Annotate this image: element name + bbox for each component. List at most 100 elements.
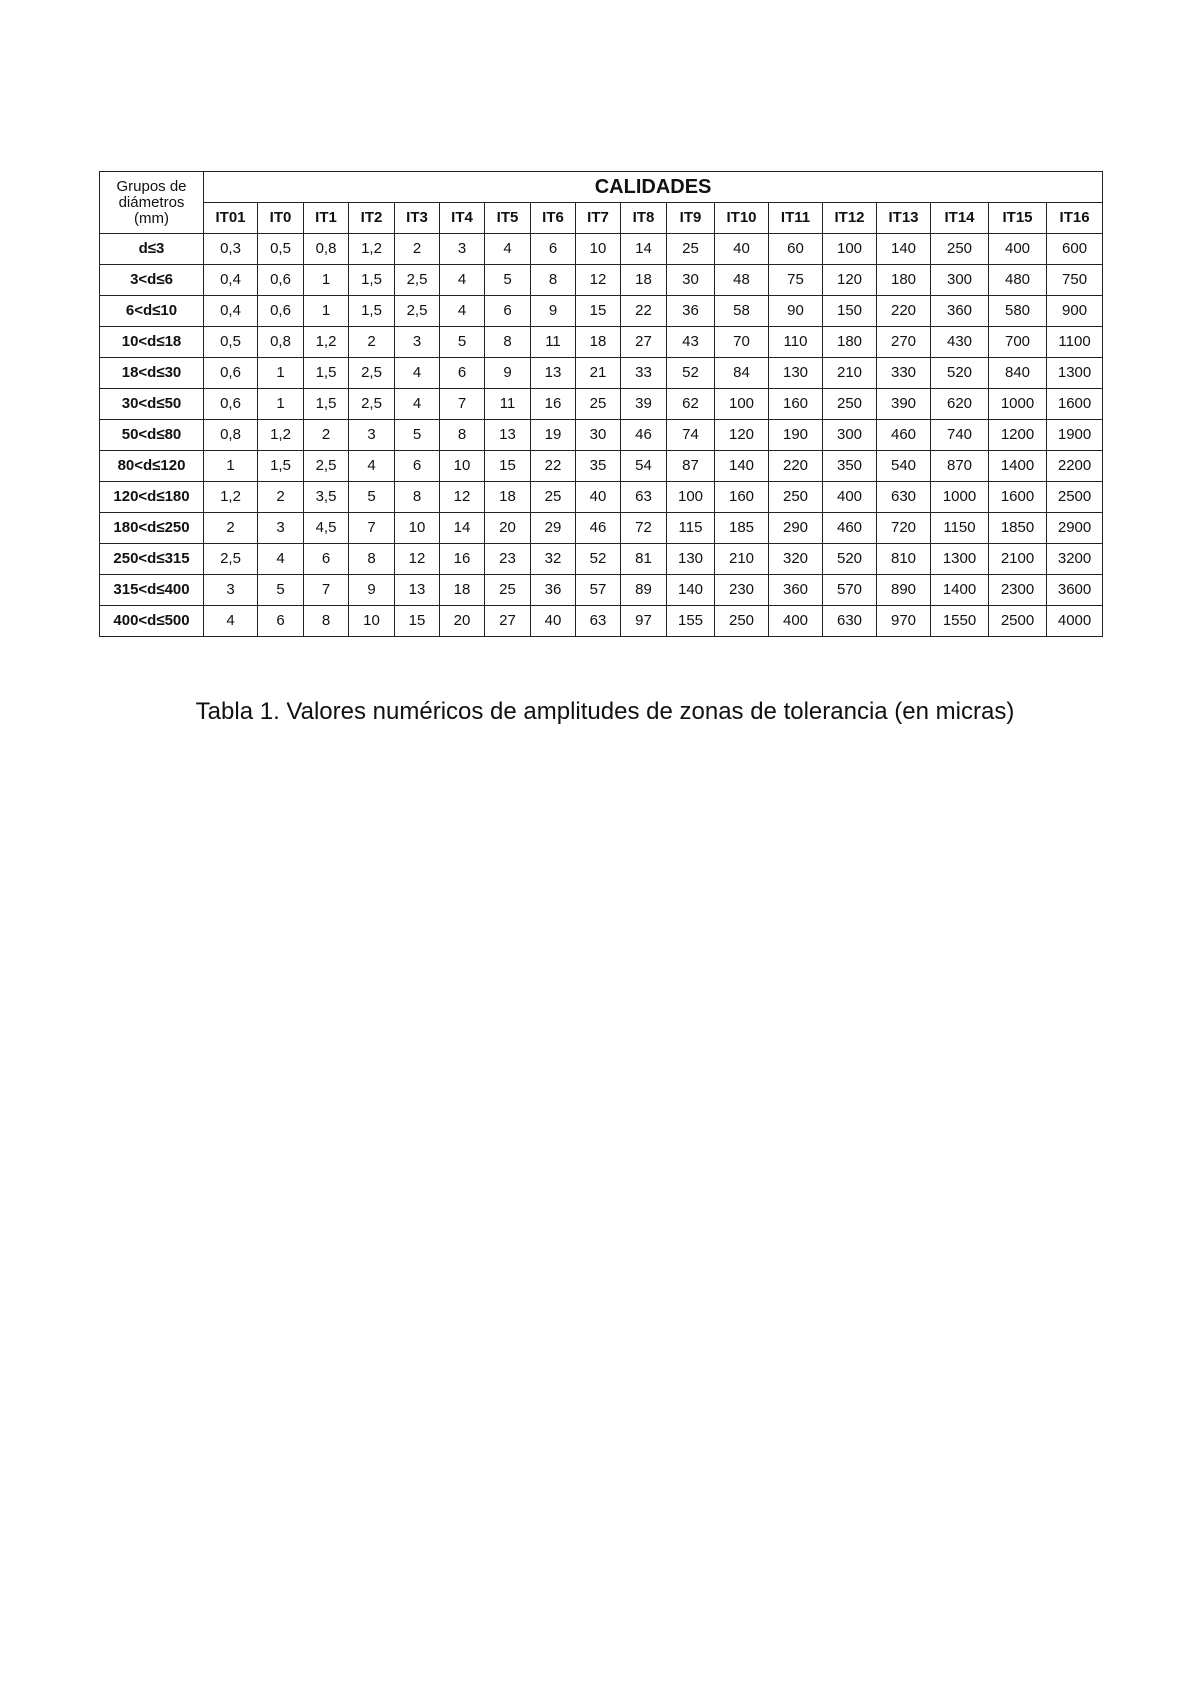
table-cell: 3 (257, 512, 304, 544)
table-row: 10<d≤18 0,5 0,8 1,2 2 3 5 8 11 18 27 43 70 110 180 270 4… (99, 326, 1104, 358)
column-header-it01: IT01 (203, 202, 258, 234)
table-cell: 62 (666, 388, 715, 420)
table-cell: 5 (348, 481, 395, 513)
row-header-diameter-range: 50<d≤80 (99, 419, 204, 451)
table-cell: 210 (714, 543, 769, 575)
table-cell: 120 (714, 419, 769, 451)
table-cell: 220 (876, 295, 931, 327)
table-cell: 2500 (1045, 481, 1104, 513)
table-cell: 97 (620, 605, 667, 637)
table-cell: 39 (620, 388, 667, 420)
table-cell: 2500 (988, 605, 1047, 637)
row-header-diameter-range: 80<d≤120 (99, 450, 204, 482)
table-cell: 63 (620, 481, 667, 513)
table-cell: 9 (348, 574, 395, 606)
row-header-diameter-range: 400<d≤500 (99, 605, 204, 637)
table-cell: 2,5 (203, 543, 258, 575)
table-cell: 1300 (1045, 357, 1104, 389)
table-cell: 36 (530, 574, 576, 606)
table-cell: 22 (530, 450, 576, 482)
table-cell: 27 (484, 605, 531, 637)
row-header-diameter-range: 250<d≤315 (99, 543, 204, 575)
table-cell: 4 (257, 543, 304, 575)
table-cell: 25 (575, 388, 621, 420)
table-cell: 23 (484, 543, 531, 575)
table-cell: 21 (575, 357, 621, 389)
table-cell: 5 (484, 264, 531, 296)
table-cell: 29 (530, 512, 576, 544)
table-cell: 48 (714, 264, 769, 296)
row-header-diameter-range: 315<d≤400 (99, 574, 204, 606)
table-cell: 700 (988, 326, 1047, 358)
table-cell: 630 (876, 481, 931, 513)
table-cell: 460 (822, 512, 877, 544)
table-cell: 3 (439, 233, 485, 265)
table-cell: 720 (876, 512, 931, 544)
table-cell: 11 (484, 388, 531, 420)
table-cell: 1900 (1045, 419, 1104, 451)
table-cell: 130 (768, 357, 823, 389)
table-cell: 8 (484, 326, 531, 358)
table-cell: 0,6 (257, 264, 304, 296)
table-cell: 60 (768, 233, 823, 265)
table-cell: 5 (257, 574, 304, 606)
table-row: 3<d≤6 0,4 0,6 1 1,5 2,5 4 5 8 12 18 30 48 75 120 180 300… (99, 264, 1104, 296)
table-cell: 1000 (930, 481, 989, 513)
table-row: 315<d≤400 3 5 7 9 13 18 25 36 57 89 140 230 360 570 890… (99, 574, 1104, 606)
table-cell: 2 (303, 419, 349, 451)
table-cell: 8 (394, 481, 440, 513)
group-header-line-2: diámetros (118, 193, 185, 211)
table-cell: 11 (530, 326, 576, 358)
table-cell: 160 (714, 481, 769, 513)
table-cell: 520 (930, 357, 989, 389)
table-cell: 81 (620, 543, 667, 575)
table-cell: 330 (876, 357, 931, 389)
column-header-it14: IT14 (930, 202, 989, 234)
table-cell: 250 (822, 388, 877, 420)
table-cell: 2300 (988, 574, 1047, 606)
table-cell: 2 (203, 512, 258, 544)
table-cell: 220 (768, 450, 823, 482)
table-cell: 15 (575, 295, 621, 327)
table-cell: 0,5 (203, 326, 258, 358)
table-cell: 230 (714, 574, 769, 606)
column-header-it13: IT13 (876, 202, 931, 234)
table-cell: 32 (530, 543, 576, 575)
table-cell: 0,4 (203, 295, 258, 327)
table-cell: 1 (203, 450, 258, 482)
table-cell: 3 (203, 574, 258, 606)
table-cell: 110 (768, 326, 823, 358)
table-row: 180<d≤250 2 3 4,5 7 10 14 20 29 46 72 115 185 290 460 7… (99, 512, 1104, 544)
table-cell: 27 (620, 326, 667, 358)
table-cell: 30 (575, 419, 621, 451)
table-cell: 2,5 (394, 295, 440, 327)
table-cell: 9 (484, 357, 531, 389)
table-cell: 6 (394, 450, 440, 482)
table-cell: 100 (666, 481, 715, 513)
table-cell: 900 (1045, 295, 1104, 327)
table-cell: 1600 (1045, 388, 1104, 420)
table-cell: 1 (257, 357, 304, 389)
table-cell: 36 (666, 295, 715, 327)
table-cell: 750 (1045, 264, 1104, 296)
table-cell: 0,6 (203, 357, 258, 389)
table-cell: 9 (530, 295, 576, 327)
column-header-it9: IT9 (666, 202, 715, 234)
table-cell: 4 (439, 295, 485, 327)
row-header-diameter-range: 120<d≤180 (99, 481, 204, 513)
table-cell: 18 (484, 481, 531, 513)
table-cell: 7 (439, 388, 485, 420)
table-cell: 6 (439, 357, 485, 389)
table-cell: 270 (876, 326, 931, 358)
table-cell: 1 (303, 264, 349, 296)
table-cell: 180 (822, 326, 877, 358)
column-header-it7: IT7 (575, 202, 621, 234)
table-cell: 600 (1045, 233, 1104, 265)
table-cell: 20 (439, 605, 485, 637)
table-cell: 8 (348, 543, 395, 575)
table-cell: 10 (575, 233, 621, 265)
table-cell: 20 (484, 512, 531, 544)
table-cell: 1400 (988, 450, 1047, 482)
table-cell: 43 (666, 326, 715, 358)
table-body: d≤3 0,3 0,5 0,8 1,2 2 3 4 6 10 14 25 40 60 100 140 250 40… (99, 233, 1104, 637)
